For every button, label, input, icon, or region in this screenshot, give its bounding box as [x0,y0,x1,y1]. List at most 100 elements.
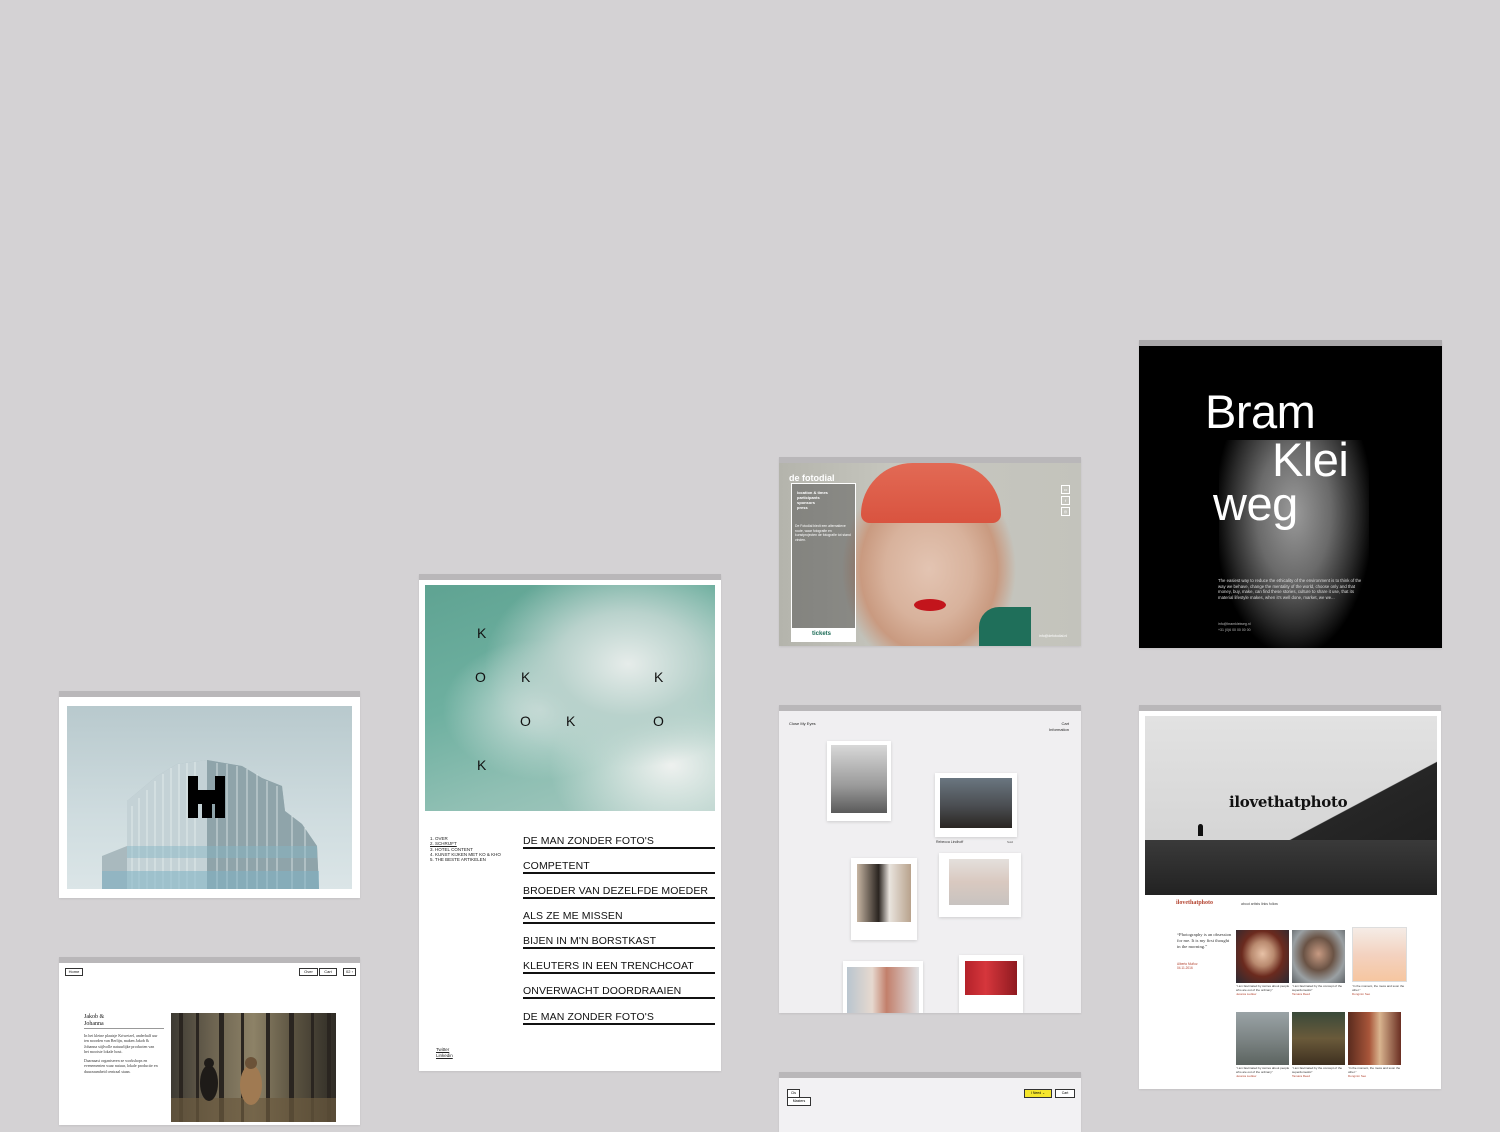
caption-author: Dongmin Seo [1348,1073,1367,1078]
instagram-icon[interactable]: ▭ [1061,485,1070,494]
caption-author: Jessica Ludlow [1236,1073,1257,1078]
article-link[interactable]: ONVERWACHT DOORDRAAIEN [523,984,715,1009]
polaroid-photo[interactable] [851,858,917,940]
card-top-bar [419,574,721,580]
polaroid-photo[interactable] [827,741,891,821]
thumbnail-caption: “In the moment, the mess and soon the ot… [1348,1066,1402,1078]
nav-item[interactable]: press [797,505,828,510]
hero-letter: O [653,713,664,729]
quote-attribution: Alberto Muñoz 04.11.2016 [1177,962,1198,970]
site-nav[interactable]: about artists links follow [1241,902,1278,906]
divider [84,1028,164,1029]
card-top-bar [59,691,360,697]
koko-menu: 1. OVER 2. SCHRIJFT 3. HOTEL CONTENT 4. … [430,836,501,862]
hero-floor [1145,840,1437,895]
portfolio-card-close-my-eyes[interactable]: Close My Eyes Cart Information Rebecca L… [779,705,1081,1013]
thumbnail-photo[interactable] [1236,1012,1289,1065]
bio-text: The easiest way to reduce the ethicality… [1218,578,1362,600]
caption-text: “In the moment, the mess and soon the ot… [1352,984,1405,992]
hero-logo[interactable]: ilovethatphoto [1229,793,1348,811]
article-link[interactable]: COMPETENT [523,859,715,884]
card-top-bar [779,1072,1081,1078]
article-title[interactable]: BROEDER VAN DEZELFDE MOEDER [523,885,708,897]
photo-status: Sold [1007,840,1014,844]
article-title[interactable]: ALS ZE ME MISSEN [523,910,623,922]
portfolio-card-fotodial[interactable]: de fotodial location & times participant… [779,457,1081,646]
portfolio-card-jakob-johanna[interactable]: Home Over Cart 02 › Jakob & Johanna In h… [59,957,360,1125]
article-title[interactable]: COMPETENT [523,860,590,872]
article-title[interactable]: DE MAN ZONDER FOTO'S [523,835,654,847]
portfolio-card-architecture[interactable] [59,691,360,898]
caption-text: “I am fascinated by the concept of the s… [1292,1066,1343,1074]
information-link[interactable]: Information [1049,727,1069,733]
portrait-headwrap [861,463,1001,523]
forest-photo [171,1013,336,1122]
portfolio-card-ilovethatphoto[interactable]: ilovethatphoto ilovethatphoto about arti… [1139,705,1441,1089]
linkedin-link[interactable]: Linkedin [436,1053,453,1059]
email-link[interactable]: info@defotodial.nl [1039,634,1067,638]
thumbnail-photo[interactable] [1292,1012,1345,1065]
quote-date: 04.11.2016 [1177,966,1193,971]
caption-text: “In the moment, the mess and soon the ot… [1348,1066,1401,1074]
polaroid-photo[interactable] [959,955,1023,1013]
site-logo[interactable]: ilovethatphoto [1176,900,1213,906]
phone-text: +31 (0)6 00 00 00 00 [1218,628,1251,632]
masters-button[interactable]: Masters [787,1097,811,1106]
portfolio-card-partial[interactable]: Cls Masters I Need ⌄ Cart [779,1072,1081,1132]
title-line: Johanna [84,1021,104,1027]
thumbnail-caption: “I am fascinated by the concept of the s… [1292,984,1346,996]
article-link[interactable]: KLEUTERS IN EEN TRENCHCOAT [523,959,715,984]
thumbnail-caption: “I am fascinated by stories about people… [1236,1066,1290,1078]
thumbnail-photo[interactable] [1352,927,1407,982]
article-title[interactable]: BIJEN IN M'N BORSTKAST [523,935,656,947]
article-link[interactable]: DE MAN ZONDER FOTO'S [523,834,715,859]
hero-figure [1198,824,1203,836]
thumbnail-caption: “I am fascinated by the concept of the s… [1292,1066,1346,1078]
next-button[interactable]: 02 › [343,968,356,976]
polaroid-photo[interactable] [935,773,1017,837]
card-top-bar [59,957,360,963]
architecture-image [67,706,352,889]
polaroid-photo[interactable] [939,853,1021,917]
polaroid-photo[interactable] [843,961,923,1013]
article-link[interactable]: DE MAN ZONDER FOTO'S [523,1010,715,1035]
thumbnail-photo[interactable] [1236,930,1289,983]
article-link[interactable]: BIJEN IN M'N BORSTKAST [523,934,715,959]
article-title[interactable]: DE MAN ZONDER FOTO'S [523,1011,654,1023]
caption-author: Tamara Reed [1292,1073,1311,1078]
photo-caption: Rebecca Lindhoff [936,840,964,844]
tickets-button[interactable]: tickets [792,628,855,641]
name-line: weg [1213,477,1298,530]
over-button[interactable]: Over [299,968,318,976]
building-illustration [102,760,319,889]
thumbnail-photo[interactable] [1292,930,1345,983]
fotodial-side-panel: location & times participants sponsors p… [791,483,856,642]
facebook-icon[interactable]: f [1061,496,1070,505]
page-title: Jakob & Johanna [84,1014,159,1028]
hero-letter: K [566,713,576,729]
thumbnail-photo[interactable] [1348,1012,1401,1065]
home-button[interactable]: Home [65,968,83,976]
pinterest-icon[interactable]: ◎ [1061,507,1070,516]
menu-item[interactable]: 5. THE BESTE ARTIKELEN [430,857,501,862]
article-link[interactable]: ALS ZE ME MISSEN [523,909,715,934]
card-top-bar [779,705,1081,711]
thumbnail-caption: “In the moment, the mess and soon the ot… [1352,984,1406,996]
cart-button[interactable]: Cart [319,968,337,976]
fotodial-logo[interactable]: de fotodial [789,473,835,483]
cart-button[interactable]: Cart [1055,1089,1075,1098]
site-logo[interactable]: Close My Eyes [789,721,816,726]
portfolio-card-bram-kleiweg[interactable]: Bram Klei weg The easiest way to reduce … [1139,340,1442,648]
article-title[interactable]: KLEUTERS IN EEN TRENCHCOAT [523,960,694,972]
card-top-bar [1139,705,1441,711]
featured-quote: “Photography is an obsession for me. It … [1177,932,1232,949]
article-title[interactable]: ONVERWACHT DOORDRAAIEN [523,985,681,997]
article-link[interactable]: BROEDER VAN DEZELFDE MOEDER [523,884,715,909]
hero-letter: O [475,669,486,685]
hero-letter: K [654,669,664,685]
hero-letter: K [477,757,487,773]
caption-text: “I am fascinated by stories about people… [1236,984,1290,992]
need-dropdown[interactable]: I Need ⌄ [1024,1089,1052,1098]
fotodial-nav: location & times participants sponsors p… [797,490,828,510]
portfolio-card-koko[interactable]: K O K K O K O K 1. OVER 2. SCHRIJFT 3. H… [419,574,721,1071]
